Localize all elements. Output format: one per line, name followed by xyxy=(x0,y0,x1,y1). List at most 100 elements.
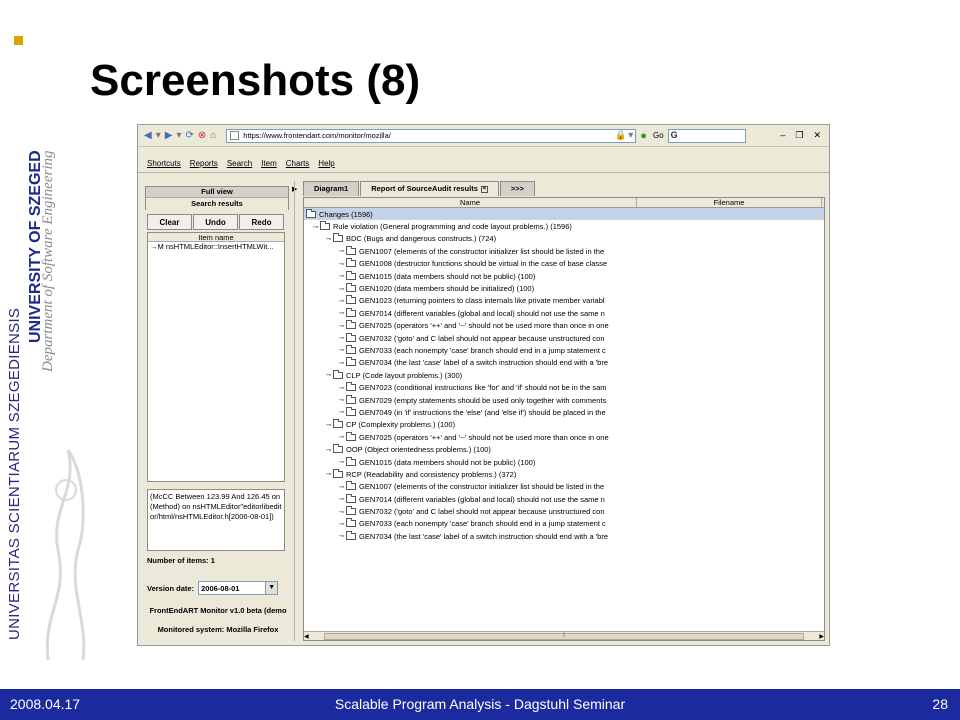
undo-button[interactable]: Undo xyxy=(193,214,238,230)
tree-row[interactable]: ⊸ GEN7025 (operators '++' and '--' should… xyxy=(304,320,637,332)
forward-icon[interactable]: ▶ xyxy=(165,130,173,141)
tree-toggle-icon[interactable]: ⊸ xyxy=(337,309,346,317)
close-tab-icon[interactable]: × xyxy=(480,185,488,193)
tree-row[interactable]: Changes (1596) xyxy=(304,208,824,221)
tree-toggle-icon[interactable]: ⊸ xyxy=(337,272,346,280)
tree-row[interactable]: ⊸ GEN1015 (data members should not be pub… xyxy=(304,456,637,468)
tree-row[interactable]: ⊸ GEN1020 (data members should be initial… xyxy=(304,282,637,294)
close-icon[interactable]: ✕ xyxy=(813,130,821,141)
tree-toggle-icon[interactable]: ⊸ xyxy=(324,371,333,379)
restore-icon[interactable]: ❐ xyxy=(795,130,803,141)
scroll-right-icon[interactable]: ▶ xyxy=(819,633,824,640)
tree-toggle-icon[interactable]: ⊸ xyxy=(337,433,346,441)
tree-row[interactable]: ⊸ GEN1007 (elements of the constructor in… xyxy=(304,245,637,257)
column-name[interactable]: Name xyxy=(304,198,637,207)
tree-row[interactable]: ⊸ OOP (Object orientedness problems.) (10… xyxy=(304,443,637,455)
tree-row[interactable]: ⊸ GEN7034 (the last 'case' label of a swi… xyxy=(304,530,637,542)
tree-toggle-icon[interactable]: ⊸ xyxy=(324,470,333,478)
tree-row[interactable]: ⊸ Rule violation (General programming and… xyxy=(304,220,637,232)
list-item[interactable]: →M nsHTMLEditor::InsertHTMLWit... xyxy=(148,242,284,252)
tree-toggle-icon[interactable]: ⊸ xyxy=(337,532,346,540)
dropdown-icon[interactable]: ▾ xyxy=(156,130,161,141)
tree-toggle-icon[interactable]: ⊸ xyxy=(324,446,333,454)
tree-toggle-icon[interactable]: ⊸ xyxy=(337,384,346,392)
tree-toggle-icon[interactable]: ⊸ xyxy=(337,408,346,416)
tree-toggle-icon[interactable]: ⊸ xyxy=(311,223,320,231)
tree-row[interactable]: ⊸ GEN1008 (destructor functions should be… xyxy=(304,258,637,270)
tree-row[interactable]: ⊸ GEN1015 (data members should not be pub… xyxy=(304,270,637,282)
redo-button[interactable]: Redo xyxy=(239,214,284,230)
tree-toggle-icon[interactable]: ⊸ xyxy=(337,508,346,516)
tree-row[interactable]: ⊸ GEN1007 (elements of the constructor in… xyxy=(304,481,637,493)
tree-toggle-icon[interactable]: ⊸ xyxy=(337,334,346,342)
tree-toggle-icon[interactable]: ⊸ xyxy=(337,458,346,466)
tree-row[interactable]: ⊸ RCP (Readability and consistency proble… xyxy=(304,468,637,480)
tree-row[interactable]: ⊸ GEN7032 ('goto' and C label should not … xyxy=(304,332,637,344)
tree-row[interactable]: ⊸ GEN7014 (different variables (global an… xyxy=(304,307,637,319)
list-header[interactable]: Item name xyxy=(148,233,284,242)
clear-button[interactable]: Clear xyxy=(147,214,192,230)
tree-row[interactable]: ⊸ GEN7033 (each nonempty 'case' branch sh… xyxy=(304,518,637,530)
tree-row[interactable]: ⊸ GEN7033 (each nonempty 'case' branch sh… xyxy=(304,344,637,356)
tree-row[interactable]: ⊸ BDC (Bugs and dangerous constructs.) (7… xyxy=(304,233,637,245)
tree-toggle-icon[interactable]: ⊸ xyxy=(337,495,346,503)
menu-charts[interactable]: Charts xyxy=(286,159,310,168)
tree-toggle-icon[interactable]: ⊸ xyxy=(337,396,346,404)
tree-toggle-icon[interactable]: ⊸ xyxy=(337,359,346,367)
tree-toggle-icon[interactable]: ⊸ xyxy=(337,322,346,330)
tree-toggle-icon[interactable]: ⊸ xyxy=(337,247,346,255)
tree-toggle-icon[interactable]: ⊸ xyxy=(337,285,346,293)
panel-splitter[interactable] xyxy=(294,181,301,641)
app-screenshot: ◀ ▾ ▶ ▾ ⟳ ⊗ ⌂ https://www.frontendart.co… xyxy=(137,124,830,646)
tree-toggle-icon[interactable]: ⊸ xyxy=(337,483,346,491)
tree-row[interactable]: ⊸ GEN7014 (different variables (global an… xyxy=(304,493,637,505)
address-dropdown-icon[interactable]: ▾ xyxy=(626,130,635,141)
history-buttons: Clear Undo Redo xyxy=(147,214,285,230)
menu-reports[interactable]: Reports xyxy=(190,159,218,168)
minimize-icon[interactable]: – xyxy=(780,130,785,141)
scroll-thumb[interactable]: ⁞ xyxy=(324,632,804,640)
dropdown-icon[interactable]: ▾ xyxy=(176,130,181,141)
scroll-left-icon[interactable]: ◀ xyxy=(304,633,309,640)
tree-row[interactable]: ⊸ GEN7049 (in 'if' instructions the 'else… xyxy=(304,406,637,418)
back-icon[interactable]: ◀ xyxy=(144,130,152,141)
folder-icon xyxy=(346,456,356,466)
tree-toggle-icon[interactable]: ⊸ xyxy=(337,260,346,268)
tree-row[interactable]: ⊸ GEN7032 ('goto' and C label should not … xyxy=(304,505,637,517)
menu-help[interactable]: Help xyxy=(318,159,334,168)
refresh-icon[interactable]: ⟳ xyxy=(185,130,193,141)
column-filename[interactable]: Filename xyxy=(637,198,822,207)
menu-search[interactable]: Search xyxy=(227,159,252,168)
tree-row[interactable]: ⊸ GEN7034 (the last 'case' label of a swi… xyxy=(304,357,637,369)
monitor-version-text: FrontEndART Monitor v1.0 beta (demo xyxy=(149,606,287,615)
tree-row[interactable]: ⊸ GEN7025 (operators '++' and '--' should… xyxy=(304,431,637,443)
tree-toggle-icon[interactable]: ⊸ xyxy=(324,235,333,243)
go-icon[interactable]: ● xyxy=(640,130,647,142)
tab-report[interactable]: Report of SourceAudit results × xyxy=(360,181,499,196)
tab-more[interactable]: >>> xyxy=(499,181,536,196)
tree-toggle-icon[interactable]: ⊸ xyxy=(337,346,346,354)
tree-toggle-icon[interactable]: ⊸ xyxy=(337,297,346,305)
home-icon[interactable]: ⌂ xyxy=(210,130,216,141)
tree-row[interactable]: ⊸ GEN7029 (empty statements should be use… xyxy=(304,394,637,406)
tree-row[interactable]: ⊸ GEN1023 (returning pointers to class in… xyxy=(304,295,637,307)
horizontal-scrollbar[interactable]: ◀ ⁞ ▶ xyxy=(304,631,824,640)
address-bar[interactable]: https://www.frontendart.com/monitor/mozi… xyxy=(226,128,637,143)
version-date-select[interactable]: 2006-08-01 ▼ xyxy=(198,581,279,595)
go-button[interactable]: Go xyxy=(653,131,664,140)
tree-row-label: GEN1008 (destructor functions should be … xyxy=(359,259,608,269)
tab-diagram1[interactable]: Diagram1 xyxy=(303,181,360,196)
tree-row-label: GEN1007 (elements of the constructor ini… xyxy=(359,482,605,492)
tree-row[interactable]: ⊸ CP (Complexity problems.) (100) xyxy=(304,419,637,431)
tree-toggle-icon[interactable]: ⊸ xyxy=(324,421,333,429)
tree-toggle-icon[interactable]: ⊸ xyxy=(337,520,346,528)
menu-shortcuts[interactable]: Shortcuts xyxy=(147,159,181,168)
chevron-down-icon[interactable]: ▼ xyxy=(265,582,278,594)
stop-icon[interactable]: ⊗ xyxy=(198,130,206,141)
tab-full-view[interactable]: Full view xyxy=(146,187,288,197)
menu-item[interactable]: Item xyxy=(261,159,277,168)
tree-row[interactable]: ⊸ CLP (Code layout problems.) (300) xyxy=(304,369,637,381)
tree-row[interactable]: ⊸ GEN7023 (conditional instructions like … xyxy=(304,381,637,393)
tab-search-results[interactable]: Search results xyxy=(146,197,288,210)
search-input[interactable]: G xyxy=(667,128,746,143)
